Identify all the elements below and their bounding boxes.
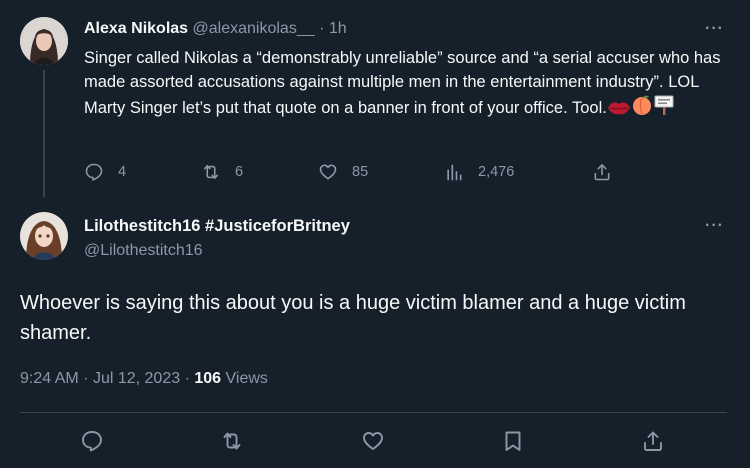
peach-emoji-icon — [631, 94, 653, 123]
tweet-time[interactable]: 1h — [329, 20, 347, 37]
reply-icon[interactable] — [80, 429, 104, 453]
author-name[interactable]: Alexa Nikolas — [84, 20, 188, 37]
meta-separator: · — [184, 370, 190, 387]
lips-emoji-icon — [607, 99, 631, 123]
main-author-avatar[interactable] — [20, 212, 68, 260]
meta-separator: · — [83, 370, 89, 387]
views-count: 106 — [194, 370, 222, 387]
share-icon[interactable] — [641, 429, 665, 453]
reply-action[interactable]: 4 — [84, 162, 126, 182]
more-options-icon[interactable]: ··· — [705, 20, 724, 38]
author-handle[interactable]: @alexanikolas__ — [193, 20, 315, 37]
share-icon — [594, 164, 610, 181]
heart-icon[interactable] — [361, 429, 385, 453]
repost-icon[interactable] — [220, 429, 244, 453]
parent-tweet-text: Singer called Nikolas a “demonstrably un… — [84, 46, 724, 123]
main-tweet-text: Whoever is saying this about you is a hu… — [20, 292, 686, 344]
tweet-date[interactable]: Jul 12, 2023 — [93, 370, 180, 387]
reply-count: 4 — [118, 164, 127, 180]
like-action[interactable]: 85 — [318, 162, 368, 182]
parent-tweet-header: Alexa Nikolas @alexanikolas__ · 1h — [84, 20, 347, 38]
parent-tweet-actions: 4 6 85 2,476 — [84, 162, 644, 184]
reply-icon — [85, 163, 103, 181]
header-separator: · — [319, 20, 325, 37]
heart-icon — [319, 164, 337, 180]
thread-connector-line — [43, 70, 45, 197]
author-avatar[interactable] — [20, 17, 68, 65]
analytics-icon — [447, 164, 462, 181]
repost-count: 6 — [235, 164, 244, 180]
parent-tweet[interactable]: Alexa Nikolas @alexanikolas__ · 1h ··· S… — [0, 0, 750, 197]
views-label: Views — [225, 370, 268, 387]
share-action[interactable] — [592, 162, 612, 182]
views-count: 2,476 — [478, 164, 515, 180]
main-author-name[interactable]: Lilothestitch16 #JusticeforBritney — [84, 217, 350, 236]
repost-action[interactable]: 6 — [201, 162, 243, 182]
main-tweet-meta: 9:24 AM · Jul 12, 2023 · 106 Views — [20, 370, 268, 388]
placard-emoji-icon — [653, 94, 675, 123]
main-more-options-icon[interactable]: ··· — [705, 217, 724, 235]
main-author-handle[interactable]: @Lilothestitch16 — [84, 242, 203, 260]
tweet-time[interactable]: 9:24 AM — [20, 370, 79, 387]
like-count: 85 — [352, 164, 369, 180]
bookmark-icon[interactable] — [501, 429, 525, 453]
views-action[interactable]: 2,476 — [444, 162, 514, 182]
divider — [20, 412, 727, 413]
repost-icon — [203, 164, 219, 180]
